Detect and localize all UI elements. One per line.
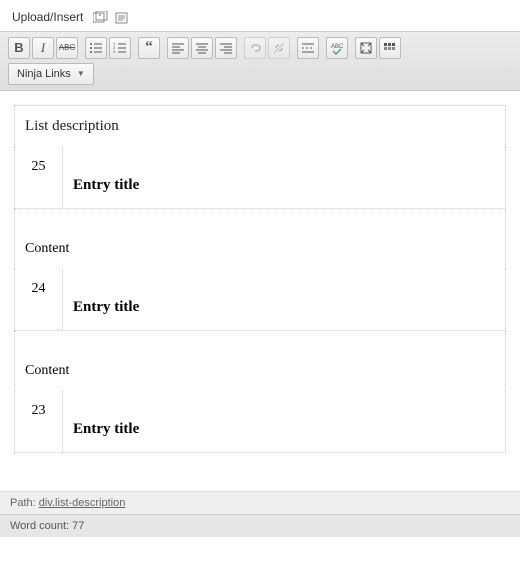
fullscreen-button[interactable]	[355, 37, 377, 59]
entry-title[interactable]: Entry title	[63, 269, 149, 330]
strikethrough-button[interactable]: ABC	[56, 37, 78, 59]
entry-row: 25 Entry title	[14, 147, 506, 209]
entry-number[interactable]: 23	[15, 391, 63, 452]
entry-title[interactable]: Entry title	[63, 391, 149, 452]
text-icon[interactable]	[114, 11, 130, 25]
bullet-list-button[interactable]	[85, 37, 107, 59]
entry-row: 23 Entry title	[14, 391, 506, 453]
toolbar-row-1: B I ABC 123 “ ABC	[8, 35, 512, 61]
chevron-down-icon: ▼	[77, 69, 85, 78]
align-left-button[interactable]	[167, 37, 189, 59]
bold-button[interactable]: B	[8, 37, 30, 59]
entry-number[interactable]: 24	[15, 269, 63, 330]
align-right-button[interactable]	[215, 37, 237, 59]
entry-content[interactable]: Content	[14, 209, 506, 269]
italic-button[interactable]: I	[32, 37, 54, 59]
align-center-button[interactable]	[191, 37, 213, 59]
ninja-links-dropdown[interactable]: Ninja Links ▼	[8, 63, 94, 85]
path-bar: Path: div.list-description	[0, 491, 520, 514]
unlink-button[interactable]	[268, 37, 290, 59]
kitchen-sink-button[interactable]	[379, 37, 401, 59]
path-label: Path:	[10, 497, 39, 509]
blockquote-button[interactable]: “	[138, 37, 160, 59]
entry-content[interactable]: Content	[14, 331, 506, 391]
link-button[interactable]	[244, 37, 266, 59]
svg-text:ABC: ABC	[331, 44, 344, 50]
media-icon[interactable]	[93, 11, 109, 25]
list-description[interactable]: List description	[14, 105, 506, 147]
editor-toolbar: B I ABC 123 “ ABC Ninja Links ▼	[0, 31, 520, 91]
entry-title[interactable]: Entry title	[63, 147, 149, 208]
wordcount-label: Word count:	[10, 520, 72, 532]
entry-number[interactable]: 25	[15, 147, 63, 208]
editor-content[interactable]: List description 25 Entry title Content …	[0, 91, 520, 491]
upload-bar: Upload/Insert	[0, 0, 520, 31]
dropdown-label: Ninja Links	[17, 68, 71, 80]
insert-more-button[interactable]	[297, 37, 319, 59]
spellcheck-button[interactable]: ABC	[326, 37, 348, 59]
wordcount-value: 77	[72, 520, 84, 532]
svg-text:3: 3	[113, 49, 116, 54]
toolbar-row-2: Ninja Links ▼	[8, 61, 512, 87]
path-value[interactable]: div.list-description	[39, 497, 126, 509]
numbered-list-button[interactable]: 123	[109, 37, 131, 59]
entry-row: 24 Entry title	[14, 269, 506, 331]
upload-label: Upload/Insert	[12, 10, 83, 24]
wordcount-bar: Word count: 77	[0, 514, 520, 537]
